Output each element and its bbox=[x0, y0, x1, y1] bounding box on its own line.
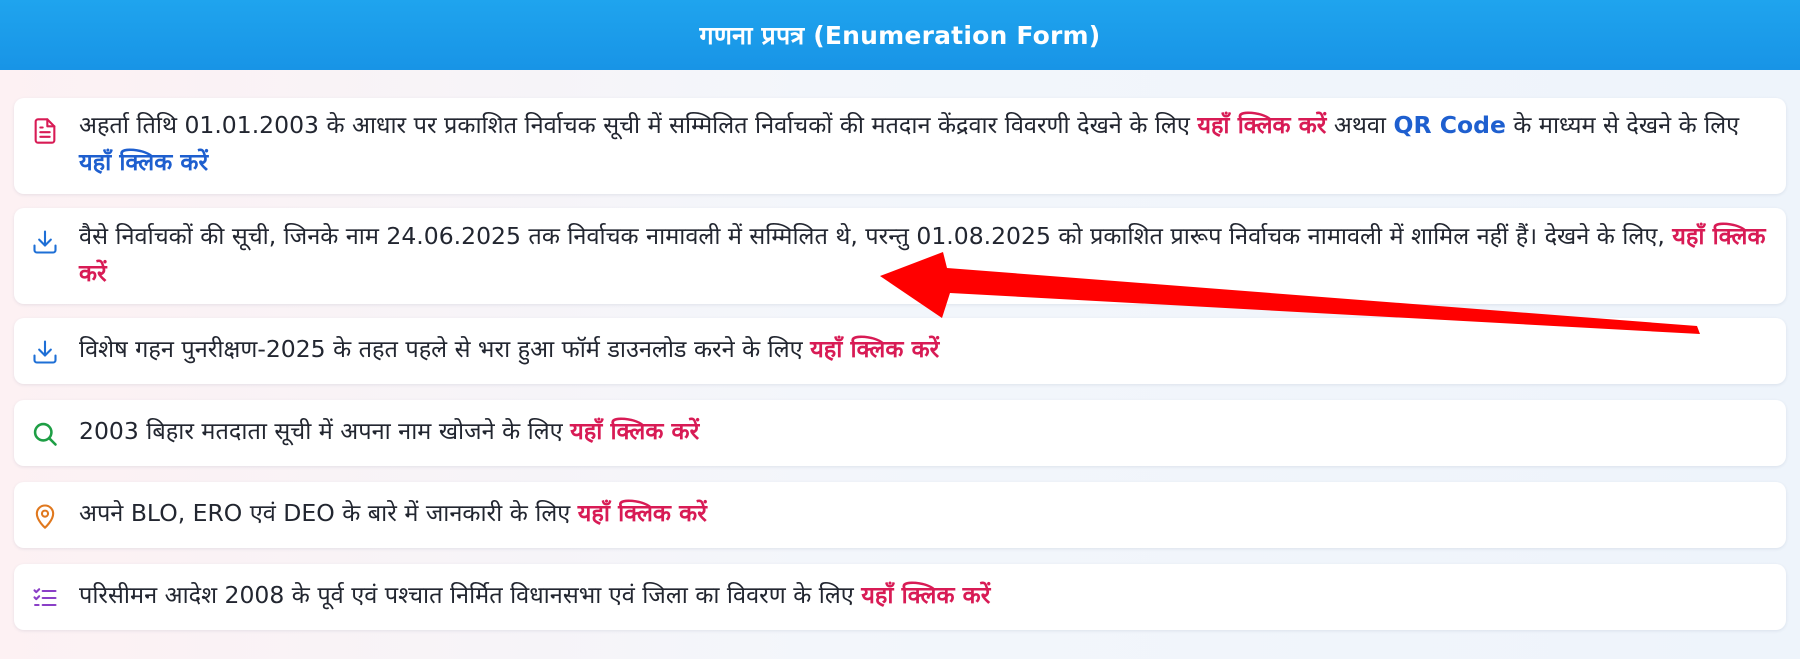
download-icon bbox=[30, 227, 60, 257]
item-description-via: के माध्यम से देखने के लिए bbox=[1505, 111, 1740, 139]
item-description: वैसे निर्वाचकों की सूची, जिनके नाम 24.06… bbox=[79, 222, 1673, 250]
list-item-text: विशेष गहन पुनरीक्षण-2025 के तहत पहले से … bbox=[79, 331, 1770, 368]
search-icon bbox=[30, 419, 60, 449]
download-icon bbox=[30, 337, 60, 367]
item-description: विशेष गहन पुनरीक्षण-2025 के तहत पहले से … bbox=[79, 335, 811, 363]
click-here-link[interactable]: यहाँ क्लिक करें bbox=[861, 581, 990, 609]
list-item-prefilled-form-download: विशेष गहन पुनरीक्षण-2025 के तहत पहले से … bbox=[14, 318, 1786, 384]
click-here-link[interactable]: यहाँ क्लिक करें bbox=[570, 417, 699, 445]
list-item-text: अपने BLO, ERO एवं DEO के बारे में जानकार… bbox=[79, 495, 1770, 532]
click-here-link[interactable]: यहाँ क्लिक करें bbox=[578, 499, 707, 527]
click-here-link[interactable]: यहाँ क्लिक करें bbox=[1197, 111, 1326, 139]
item-description: 2003 बिहार मतदाता सूची में अपना नाम खोजन… bbox=[79, 417, 571, 445]
list-item-delimitation-order-2008: परिसीमन आदेश 2008 के पूर्व एवं पश्चात नि… bbox=[14, 564, 1786, 630]
click-here-link-qr[interactable]: यहाँ क्लिक करें bbox=[79, 148, 208, 176]
list-item-search-name-2003: 2003 बिहार मतदाता सूची में अपना नाम खोजन… bbox=[14, 400, 1786, 466]
list-item-text: 2003 बिहार मतदाता सूची में अपना नाम खोजन… bbox=[79, 413, 1770, 450]
enumeration-form-panel: गणना प्रपत्र (Enumeration Form) अहर्ता त… bbox=[0, 0, 1800, 659]
item-description-or: अथवा bbox=[1326, 111, 1394, 139]
item-description: अहर्ता तिथि 01.01.2003 के आधार पर प्रकाश… bbox=[79, 111, 1198, 139]
qr-code-link[interactable]: QR Code bbox=[1394, 111, 1506, 139]
list-item-text: परिसीमन आदेश 2008 के पूर्व एवं पश्चात नि… bbox=[79, 577, 1770, 614]
list-item-polling-station-list: अहर्ता तिथि 01.01.2003 के आधार पर प्रकाश… bbox=[14, 98, 1786, 194]
location-pin-icon bbox=[30, 501, 60, 531]
click-here-link[interactable]: यहाँ क्लिक करें bbox=[810, 335, 939, 363]
panel-title: गणना प्रपत्र (Enumeration Form) bbox=[699, 21, 1101, 50]
list-item-blo-ero-deo-info: अपने BLO, ERO एवं DEO के बारे में जानकार… bbox=[14, 482, 1786, 548]
list-item-removed-electors-list: वैसे निर्वाचकों की सूची, जिनके नाम 24.06… bbox=[14, 208, 1786, 304]
panel-header: गणना प्रपत्र (Enumeration Form) bbox=[0, 0, 1800, 70]
list-item-text: वैसे निर्वाचकों की सूची, जिनके नाम 24.06… bbox=[79, 218, 1770, 292]
document-icon bbox=[30, 116, 60, 146]
list-icon bbox=[30, 583, 60, 613]
list-item-text: अहर्ता तिथि 01.01.2003 के आधार पर प्रकाश… bbox=[79, 107, 1770, 181]
item-description: अपने BLO, ERO एवं DEO के बारे में जानकार… bbox=[79, 499, 578, 527]
item-description: परिसीमन आदेश 2008 के पूर्व एवं पश्चात नि… bbox=[79, 581, 862, 609]
